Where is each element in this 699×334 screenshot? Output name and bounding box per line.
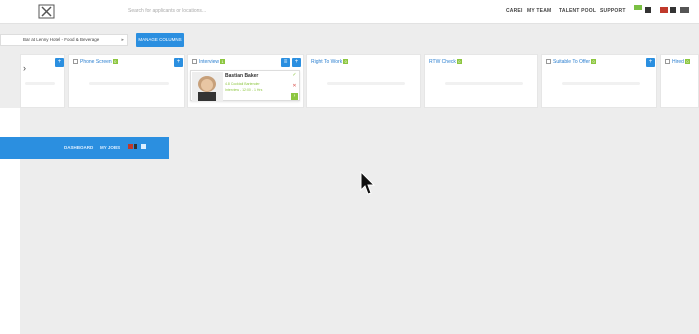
plus-icon[interactable]: + [292,58,301,67]
empty-placeholder [327,82,405,85]
column-header: Suitable To Offer 0 [546,59,597,65]
search-input[interactable]: Search for applicants or locations... [128,8,308,14]
overlay-nav-bar: DASHBOARD MY JOBS [0,137,169,159]
flag-icon[interactable] [645,7,651,13]
candidate-name: Bastian Baker [225,73,259,79]
flag-icon[interactable] [670,7,676,13]
plus-icon[interactable]: + [55,58,64,67]
flag-icon[interactable] [128,144,133,149]
nav-item-my-team[interactable]: MY TEAM [527,8,551,14]
plus-icon[interactable]: + [646,58,655,67]
chevron-right-icon: ▸ [121,37,124,43]
empty-placeholder [562,82,640,85]
filter-icon[interactable]: ≡ [281,58,290,67]
flag-icon[interactable] [660,7,668,13]
message-icon[interactable] [634,5,642,10]
count-badge: 1 [220,59,226,65]
pipeline-column-right-to-work: Right To Work 0 [306,54,421,108]
count-badge: 0 [112,59,118,65]
check-icon[interactable]: ✓ [291,72,298,79]
side-panel [0,108,20,137]
column-header: Hired 0 [665,59,690,65]
nav-dashboard[interactable]: DASHBOARD [64,145,93,150]
column-header: RTW Check 0 [429,59,462,65]
column-title: RTW Check [429,59,456,65]
pipeline-column-suitable-to-offer: Suitable To Offer 0 + [541,54,657,108]
pipeline-column-partial: › + [20,54,65,108]
top-navigation-bar: Search for applicants or locations... CA… [0,0,699,24]
candidate-card[interactable]: Bastian Baker 4.8 Cocktail Bartender Int… [190,70,300,101]
column-checkbox[interactable] [73,59,78,65]
pipeline-column-rtw-check: RTW Check 0 [424,54,538,108]
forward-icon[interactable]: › [291,93,298,100]
chevron-right-icon[interactable]: › [23,63,26,73]
nav-item-careers[interactable]: CAREI [506,8,523,14]
count-badge: 0 [456,59,462,65]
side-panel-lower [0,159,20,334]
job-selector[interactable]: Bar at Lenny Hotel - Food & Beverage ▸ [0,34,128,46]
column-title: Suitable To Offer [553,59,591,65]
job-selector-label: Bar at Lenny Hotel - Food & Beverage [23,37,100,42]
empty-placeholder [445,82,523,85]
plus-icon[interactable]: + [174,58,183,67]
column-title: Interview [199,59,220,65]
empty-placeholder [25,82,55,85]
empty-placeholder [89,82,169,85]
flag-icon[interactable] [134,144,137,149]
manage-columns-button[interactable]: MANAGE COLUMNS [136,33,184,47]
nav-my-jobs[interactable]: MY JOBS [100,145,120,150]
count-badge: 0 [684,59,690,65]
column-checkbox[interactable] [546,59,551,65]
candidate-interview-time: Interview - 12:00 - 1 Hrs [225,88,263,92]
nav-item-support[interactable]: SUPPORT [600,8,626,14]
nav-item-talent-pool[interactable]: TALENT POOL [559,8,596,14]
column-header: Phone Screen 0 [73,59,118,65]
column-checkbox[interactable] [665,59,670,65]
flag-icon[interactable] [141,144,146,149]
column-checkbox[interactable] [192,59,197,65]
column-title: Right To Work [311,59,343,65]
column-header: Interview 1 [192,59,226,65]
flag-icon[interactable] [680,7,689,13]
count-badge: 0 [343,59,349,65]
close-icon[interactable]: ✕ [291,83,298,90]
column-title: Phone Screen [80,59,112,65]
column-header: Right To Work 0 [311,59,349,65]
count-badge: 0 [591,59,597,65]
logo-icon[interactable] [38,4,55,19]
pipeline-column-hired: Hired 0 [660,54,699,108]
pipeline-column-phone-screen: Phone Screen 0 + [68,54,185,108]
cursor-icon [360,171,376,195]
candidate-role: 4.8 Cocktail Bartender [225,82,260,86]
column-title: Hired [672,59,684,65]
avatar [192,72,223,101]
